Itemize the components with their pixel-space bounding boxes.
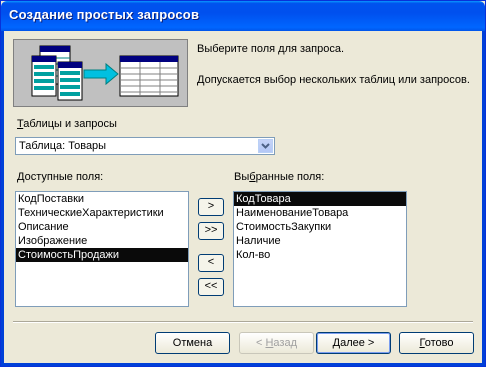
wizard-illustration (13, 39, 188, 107)
wizard-window: Создание простых запросов Выберите поля … (0, 0, 486, 367)
description-line-1: Выберите поля для запроса. (197, 43, 345, 55)
separator (13, 321, 473, 323)
add-all-fields-button[interactable]: >> (198, 222, 224, 240)
list-item[interactable]: СтоимостьПродажи (16, 248, 188, 262)
remove-all-fields-button[interactable]: << (198, 278, 224, 296)
tables-queries-label: Таблицы и запросы (17, 118, 117, 130)
selected-fields-label: Выбранные поля: (234, 171, 325, 183)
window-frame-right (482, 31, 485, 366)
description-line-2: Допускается выбор нескольких таблиц или … (197, 74, 470, 86)
table-query-select[interactable]: Таблица: Товары (15, 137, 275, 155)
available-fields-list[interactable]: КодПоставки ТехническиеХарактеристики Опис… (15, 191, 189, 307)
chevron-down-icon (261, 143, 270, 149)
back-button[interactable]: < Назад (239, 332, 314, 354)
cancel-button[interactable]: Отмена (155, 332, 230, 354)
window-frame-left (1, 31, 4, 366)
table-query-select-value: Таблица: Товары (19, 140, 107, 152)
table-to-query-icon (31, 45, 179, 101)
list-item[interactable]: КодТовара (234, 192, 406, 206)
list-item[interactable]: ТехническиеХарактеристики (16, 206, 188, 220)
title-bar[interactable]: Создание простых запросов (1, 1, 485, 31)
window-frame-bottom (1, 363, 485, 366)
remove-field-button[interactable]: < (198, 254, 224, 272)
list-item[interactable]: Описание (16, 220, 188, 234)
next-button[interactable]: Далее > (316, 332, 391, 354)
add-field-button[interactable]: > (198, 198, 224, 216)
list-item[interactable]: Изображение (16, 234, 188, 248)
list-item[interactable]: НаименованиеТовара (234, 206, 406, 220)
selected-fields-list[interactable]: КодТовара НаименованиеТовара СтоимостьЗаку… (233, 191, 407, 307)
window-title: Создание простых запросов (9, 7, 200, 22)
list-item[interactable]: Кол-во (234, 248, 406, 262)
dropdown-button[interactable] (258, 139, 273, 153)
available-fields-label: Доступные поля: (17, 171, 104, 183)
list-item[interactable]: КодПоставки (16, 192, 188, 206)
list-item[interactable]: СтоимостьЗакупки (234, 220, 406, 234)
list-item[interactable]: Наличие (234, 234, 406, 248)
finish-button[interactable]: Готово (399, 332, 474, 354)
